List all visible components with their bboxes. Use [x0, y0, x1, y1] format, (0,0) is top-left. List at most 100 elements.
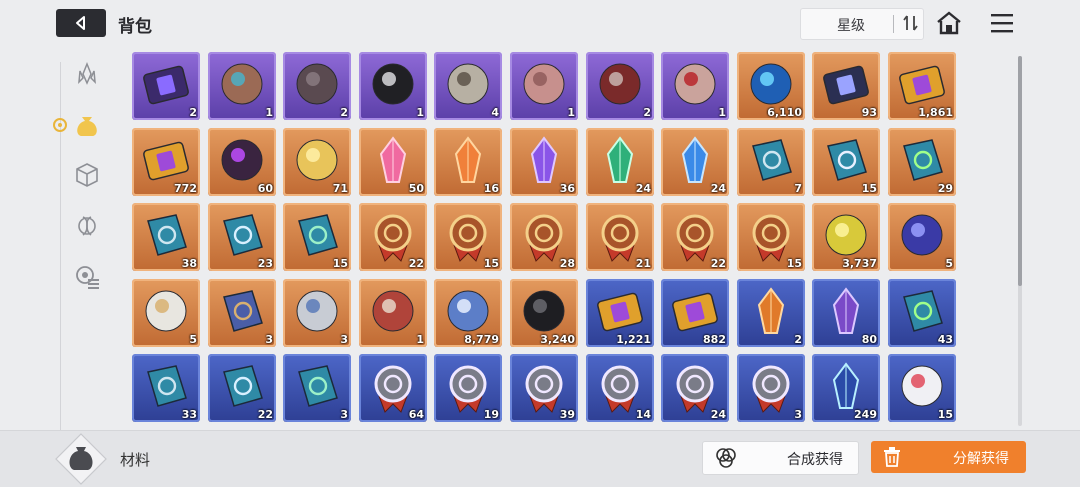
item-count: 24: [710, 408, 726, 421]
inventory-item[interactable]: 15: [283, 203, 351, 271]
inventory-item[interactable]: 1: [208, 52, 276, 120]
sidebar-item-gear[interactable]: [70, 259, 104, 293]
inventory-item[interactable]: 23: [208, 203, 276, 271]
gear-list-icon: [76, 266, 99, 289]
item-count: 3: [340, 333, 348, 346]
inventory-item[interactable]: 1: [359, 52, 427, 120]
inventory-item[interactable]: 15: [812, 128, 880, 196]
inventory-item[interactable]: 7: [737, 128, 805, 196]
sidebar-item-crystal[interactable]: [70, 57, 104, 91]
item-count: 2: [794, 333, 802, 346]
item-count: 2: [340, 106, 348, 119]
inventory-item[interactable]: 24: [661, 354, 729, 422]
inventory-item[interactable]: 60: [208, 128, 276, 196]
inventory-item[interactable]: 5: [888, 203, 956, 271]
inventory-item[interactable]: 1,861: [888, 52, 956, 120]
back-arrow-icon: [76, 16, 85, 30]
inventory-item[interactable]: 2: [586, 52, 654, 120]
category-bag-icon[interactable]: [55, 433, 107, 485]
sidebar-active-indicator: [53, 118, 67, 132]
inventory-item[interactable]: 249: [812, 354, 880, 422]
item-count: 15: [937, 408, 953, 421]
item-count: 6,110: [767, 106, 802, 119]
inventory-item[interactable]: 24: [586, 128, 654, 196]
inventory-item[interactable]: 93: [812, 52, 880, 120]
sort-label: 星级: [837, 18, 865, 34]
inventory-item[interactable]: 29: [888, 128, 956, 196]
inventory-item[interactable]: 38: [132, 203, 200, 271]
item-count: 1,861: [918, 106, 953, 119]
inventory-item[interactable]: 4: [434, 52, 502, 120]
inventory-item[interactable]: 71: [283, 128, 351, 196]
item-count: 22: [710, 257, 726, 270]
inventory-item[interactable]: 2: [283, 52, 351, 120]
sort-divider: [893, 15, 894, 33]
inventory-item[interactable]: 15: [737, 203, 805, 271]
home-icon[interactable]: [935, 10, 963, 36]
inventory-item[interactable]: 1: [661, 52, 729, 120]
inventory-item[interactable]: 14: [586, 354, 654, 422]
inventory-item[interactable]: 22: [208, 354, 276, 422]
inventory-item[interactable]: 3,240: [510, 279, 578, 347]
inventory-item[interactable]: 64: [359, 354, 427, 422]
inventory-item[interactable]: 43: [888, 279, 956, 347]
inventory-item[interactable]: 2: [737, 279, 805, 347]
inventory-item[interactable]: 3,737: [812, 203, 880, 271]
inventory-item[interactable]: 1,221: [586, 279, 654, 347]
item-count: 5: [945, 257, 953, 270]
compose-obtain-button[interactable]: 合成获得: [702, 441, 859, 475]
inventory-item[interactable]: 3: [283, 354, 351, 422]
inventory-item[interactable]: 22: [359, 203, 427, 271]
sidebar-item-cube[interactable]: [70, 158, 104, 192]
sort-order-icon[interactable]: [902, 13, 920, 33]
item-count: 3: [340, 408, 348, 421]
item-count: 71: [332, 182, 348, 195]
item-count: 3,240: [540, 333, 575, 346]
cube-icon: [76, 163, 98, 187]
item-count: 1,221: [616, 333, 651, 346]
inventory-item[interactable]: 39: [510, 354, 578, 422]
grid-scrollbar[interactable]: [1018, 56, 1022, 426]
sidebar-item-materials[interactable]: [70, 108, 104, 142]
item-count: 249: [854, 408, 877, 421]
back-button[interactable]: [56, 9, 106, 37]
inventory-item[interactable]: 882: [661, 279, 729, 347]
inventory-item[interactable]: 16: [434, 128, 502, 196]
inventory-item[interactable]: 50: [359, 128, 427, 196]
inventory-item[interactable]: 24: [661, 128, 729, 196]
compose-label: 合成获得: [787, 452, 843, 468]
inventory-item[interactable]: 22: [661, 203, 729, 271]
inventory-item[interactable]: 15: [888, 354, 956, 422]
inventory-item[interactable]: 33: [132, 354, 200, 422]
item-count: 38: [181, 257, 197, 270]
inventory-item[interactable]: 6,110: [737, 52, 805, 120]
inventory-item[interactable]: 3: [283, 279, 351, 347]
decompose-obtain-button[interactable]: 分解获得: [871, 441, 1026, 473]
item-count: 39: [559, 408, 575, 421]
inventory-item[interactable]: 36: [510, 128, 578, 196]
inventory-item[interactable]: 15: [434, 203, 502, 271]
inventory-item[interactable]: 3: [208, 279, 276, 347]
sort-selector[interactable]: 星级: [800, 8, 924, 40]
inventory-item[interactable]: 772: [132, 128, 200, 196]
inventory-item[interactable]: 3: [737, 354, 805, 422]
item-count: 3: [794, 408, 802, 421]
inventory-item[interactable]: 21: [586, 203, 654, 271]
inventory-item[interactable]: 2: [132, 52, 200, 120]
inventory-item[interactable]: 5: [132, 279, 200, 347]
item-count: 33: [181, 408, 197, 421]
item-count: 2: [189, 106, 197, 119]
inventory-item[interactable]: 8,779: [434, 279, 502, 347]
inventory-item[interactable]: 19: [434, 354, 502, 422]
sidebar-item-dna[interactable]: [70, 208, 104, 242]
item-count: 1: [416, 333, 424, 346]
menu-icon[interactable]: [990, 12, 1014, 34]
inventory-item[interactable]: 1: [510, 52, 578, 120]
scrollbar-thumb[interactable]: [1018, 56, 1022, 286]
inventory-item[interactable]: 28: [510, 203, 578, 271]
inventory-item[interactable]: 1: [359, 279, 427, 347]
inventory-item[interactable]: 80: [812, 279, 880, 347]
item-count: 1: [265, 106, 273, 119]
item-count: 22: [257, 408, 273, 421]
item-count: 22: [408, 257, 424, 270]
